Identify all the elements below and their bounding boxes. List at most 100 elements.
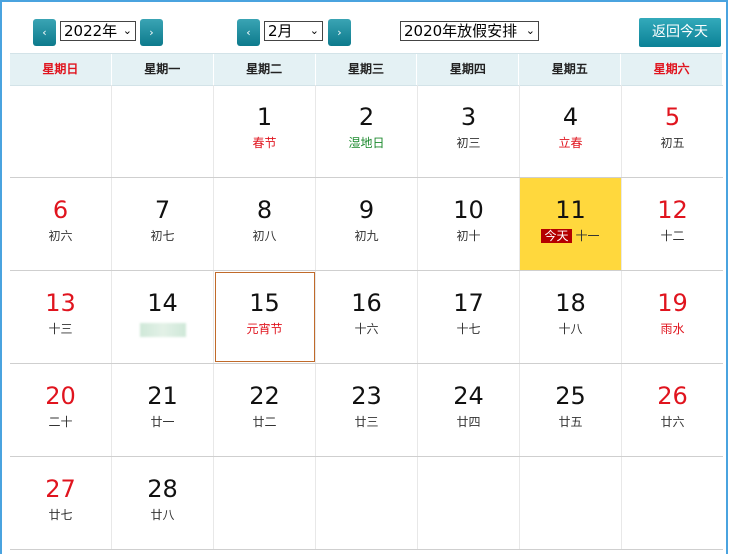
chevron-left-icon: ‹ — [42, 26, 47, 39]
day-number: 23 — [351, 382, 382, 410]
lunar-label: 廿七 — [48, 508, 73, 522]
chevron-down-icon: ⌄ — [525, 24, 535, 37]
calendar-day-cell[interactable]: 27 廿七 — [10, 457, 112, 549]
lunar-label: 初九 — [354, 229, 379, 243]
calendar-day-cell[interactable]: 24 廿四 — [418, 364, 520, 456]
calendar-day-cell[interactable]: 2 湿地日 — [316, 85, 418, 177]
day-number: 4 — [562, 103, 579, 131]
weekday-label: 星期二 — [214, 54, 316, 85]
prev-year-button[interactable]: ‹ — [33, 19, 56, 46]
lunar-label: 十六 — [354, 322, 379, 336]
weekday-label: 星期四 — [417, 54, 520, 85]
calendar-day-cell[interactable]: 14 — [112, 271, 214, 363]
lunar-label: 湿地日 — [348, 136, 385, 150]
day-number: 20 — [45, 382, 76, 410]
lunar-label: 初五 — [660, 136, 685, 150]
holiday-select[interactable]: 2020年放假安排 ⌄ — [400, 21, 539, 41]
day-number: 15 — [249, 289, 280, 317]
lunar-label: 春节 — [252, 136, 277, 150]
calendar-day-cell[interactable]: 16 十六 — [316, 271, 418, 363]
calendar-cell-empty — [418, 457, 520, 549]
calendar-day-cell[interactable]: 4 立春 — [520, 85, 622, 177]
weekday-label: 星期六 — [621, 54, 724, 85]
calendar-day-cell[interactable]: 19 雨水 — [622, 271, 723, 363]
calendar-week-row: 1 春节 2 湿地日 3 初三 4 立春 5 初五 — [10, 85, 723, 178]
chevron-right-icon: › — [337, 26, 342, 39]
lunar-label: 二十 — [48, 415, 73, 429]
day-number: 6 — [52, 196, 69, 224]
lunar-label: 廿一 — [150, 415, 175, 429]
month-select[interactable]: 2月 ⌄ — [264, 21, 323, 41]
calendar-day-cell[interactable]: 3 初三 — [418, 85, 520, 177]
lunar-label: 廿六 — [660, 415, 685, 429]
day-number: 12 — [657, 196, 688, 224]
chevron-right-icon: › — [149, 26, 154, 39]
calendar-day-cell[interactable]: 23 廿三 — [316, 364, 418, 456]
calendar-day-cell[interactable]: 15 元宵节 — [214, 271, 316, 363]
year-select-value: 2022年 — [64, 22, 118, 40]
calendar-cell-empty — [622, 457, 723, 549]
calendar-day-cell[interactable]: 11 今天 十一 — [520, 178, 622, 270]
calendar-day-cell[interactable]: 28 廿八 — [112, 457, 214, 549]
year-select[interactable]: 2022年 ⌄ — [60, 21, 136, 41]
lunar-label: 初八 — [252, 229, 277, 243]
calendar-day-cell[interactable]: 25 廿五 — [520, 364, 622, 456]
lunar-label: 十八 — [558, 322, 583, 336]
calendar-day-cell[interactable]: 17 十七 — [418, 271, 520, 363]
calendar-day-cell[interactable]: 18 十八 — [520, 271, 622, 363]
lunar-label: 廿五 — [558, 415, 583, 429]
lunar-label: 廿二 — [252, 415, 277, 429]
calendar-toolbar: ‹ 2022年 ⌄ › ‹ 2月 ⌄ › 2020年放假安排 ⌄ 返回今天 — [0, 0, 730, 52]
calendar-day-cell[interactable]: 1 春节 — [214, 85, 316, 177]
lunar-label: 十三 — [48, 322, 73, 336]
next-year-button[interactable]: › — [140, 19, 163, 46]
calendar-day-cell[interactable]: 7 初七 — [112, 178, 214, 270]
calendar-grid: 1 春节 2 湿地日 3 初三 4 立春 5 初五 6 初六 7 初七 8 初八 9 初九 10 初十 11 今天 十一 12… — [10, 85, 723, 550]
lunar-label — [112, 321, 213, 337]
calendar-cell-empty — [520, 457, 622, 549]
lunar-label: 初六 — [48, 229, 73, 243]
weekday-header: 星期日 星期一 星期二 星期三 星期四 星期五 星期六 — [10, 53, 724, 86]
lunar-label: 初十 — [456, 229, 481, 243]
day-number: 3 — [460, 103, 477, 131]
holiday-select-value: 2020年放假安排 — [404, 22, 518, 40]
day-number: 7 — [154, 196, 171, 224]
day-number: 25 — [555, 382, 586, 410]
calendar-day-cell[interactable]: 6 初六 — [10, 178, 112, 270]
chevron-down-icon: ⌄ — [122, 24, 132, 37]
calendar-day-cell[interactable]: 5 初五 — [622, 85, 723, 177]
calendar-day-cell[interactable]: 20 二十 — [10, 364, 112, 456]
calendar-day-cell[interactable]: 10 初十 — [418, 178, 520, 270]
day-number: 8 — [256, 196, 273, 224]
lunar-label: 雨水 — [660, 322, 685, 336]
lunar-label: 立春 — [558, 136, 583, 150]
calendar-cell-empty — [112, 85, 214, 177]
weekday-label: 星期日 — [10, 54, 112, 85]
calendar-day-cell[interactable]: 21 廿一 — [112, 364, 214, 456]
lunar-text: 十一 — [575, 229, 600, 243]
calendar-day-cell[interactable]: 8 初八 — [214, 178, 316, 270]
day-number: 11 — [555, 196, 586, 224]
day-number: 5 — [664, 103, 681, 131]
lunar-label: 初三 — [456, 136, 481, 150]
day-number: 26 — [657, 382, 688, 410]
calendar-day-cell[interactable]: 13 十三 — [10, 271, 112, 363]
calendar-day-cell[interactable]: 26 廿六 — [622, 364, 723, 456]
prev-month-button[interactable]: ‹ — [237, 19, 260, 46]
blurred-label — [139, 322, 186, 337]
back-to-today-button[interactable]: 返回今天 — [639, 18, 721, 47]
day-number: 14 — [147, 289, 178, 317]
lunar-label: 廿四 — [456, 415, 481, 429]
calendar-cell-empty — [316, 457, 418, 549]
day-number: 1 — [256, 103, 273, 131]
next-month-button[interactable]: › — [328, 19, 351, 46]
day-number: 9 — [358, 196, 375, 224]
calendar-day-cell[interactable]: 22 廿二 — [214, 364, 316, 456]
day-number: 22 — [249, 382, 280, 410]
calendar-day-cell[interactable]: 9 初九 — [316, 178, 418, 270]
day-number: 2 — [358, 103, 375, 131]
lunar-label: 十二 — [660, 229, 685, 243]
lunar-label: 初七 — [150, 229, 175, 243]
calendar-week-row: 27 廿七 28 廿八 — [10, 457, 723, 550]
calendar-day-cell[interactable]: 12 十二 — [622, 178, 723, 270]
